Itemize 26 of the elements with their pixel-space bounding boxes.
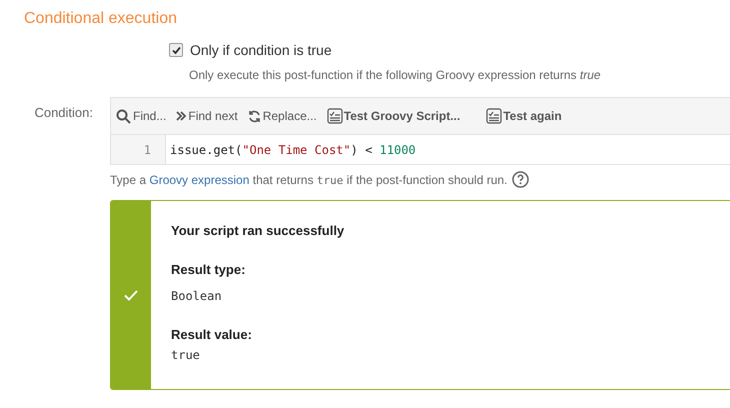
groovy-link[interactable]: Groovy expression	[149, 172, 250, 186]
option-description: Only execute this post-function if the following Groovy expression returns true	[189, 68, 601, 82]
checklist-icon	[486, 108, 502, 124]
search-icon	[116, 108, 131, 124]
result-label: Result value:	[171, 327, 252, 342]
checkbox[interactable]	[169, 43, 183, 57]
section-title: Conditional execution	[24, 10, 177, 28]
replace-icon	[248, 110, 261, 122]
toolbar-button[interactable]: Replace...	[248, 109, 317, 123]
code-line[interactable]: issue.get("One Time Cost") < 11000	[170, 142, 416, 156]
result-title: Your script ran successfully	[171, 223, 344, 238]
line-number: 1	[144, 142, 151, 156]
result-value: Boolean	[171, 289, 222, 303]
checkbox-label: Only if condition is true	[190, 42, 332, 58]
double-chevron-icon	[176, 111, 186, 121]
checkmark-icon	[124, 290, 138, 300]
toolbar-button[interactable]: Test again	[486, 108, 562, 124]
field-label: Condition:	[34, 105, 93, 120]
help-text: Type a Groovy expression that returns true if the post-function should run.	[110, 172, 508, 186]
help-icon[interactable]	[512, 171, 530, 188]
toolbar-button[interactable]: Test Groovy Script...	[326, 108, 460, 124]
toolbar-button[interactable]: Find...	[116, 108, 166, 124]
result-label: Result type:	[171, 262, 246, 277]
result-value: true	[171, 348, 200, 362]
checklist-icon	[326, 108, 343, 124]
toolbar-button[interactable]: Find next	[176, 109, 238, 123]
